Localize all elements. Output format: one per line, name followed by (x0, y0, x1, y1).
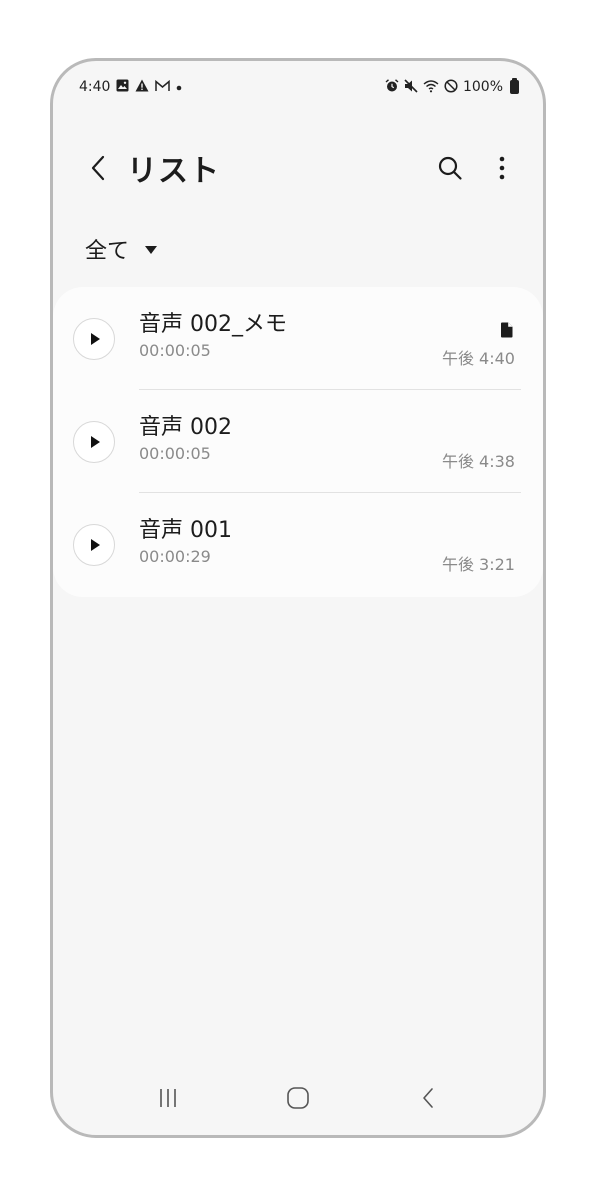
more-vertical-icon[interactable] (487, 153, 517, 183)
play-icon (91, 332, 100, 345)
recording-title: 音声 002 (139, 415, 232, 440)
recording-item[interactable]: 音声 001 00:00:29 午後 3:21 (53, 493, 543, 596)
mail-icon (155, 79, 171, 95)
recording-title: 音声 001 (139, 518, 232, 543)
image-icon (116, 79, 129, 95)
recording-time: 午後 3:21 (441, 555, 515, 574)
recent-apps-icon[interactable] (138, 1078, 198, 1118)
dot-icon (176, 81, 182, 94)
status-bar: 4:40 100% (53, 61, 543, 113)
play-button[interactable] (73, 523, 115, 566)
status-time: 4:40 (79, 79, 111, 95)
recording-time: 午後 4:40 (441, 349, 515, 368)
warning-icon (135, 79, 149, 95)
do-not-disturb-icon (444, 78, 458, 96)
recording-item[interactable]: 音声 002 00:00:05 午後 4:38 (53, 390, 543, 493)
phone-frame: 4:40 100% リスト 全て 音声 002_メモ 00:00:05 午後 4… (50, 58, 546, 1138)
navigation-bar (53, 1061, 543, 1135)
home-icon[interactable] (268, 1078, 328, 1118)
page-title: リスト (127, 154, 220, 189)
recording-title: 音声 002_メモ (139, 312, 287, 337)
battery-percent: 100% (462, 79, 503, 95)
memo-file-icon (500, 322, 513, 342)
search-icon[interactable] (435, 153, 465, 183)
recording-list: 音声 002_メモ 00:00:05 午後 4:40 音声 002 00:00:… (53, 287, 543, 597)
play-icon (91, 435, 100, 448)
filter-label: 全て (85, 239, 130, 264)
mute-icon (404, 78, 418, 96)
app-bar: リスト (53, 143, 543, 193)
wifi-icon (423, 79, 439, 96)
play-icon (91, 538, 100, 551)
play-button[interactable] (73, 420, 115, 463)
alarm-icon (385, 78, 399, 96)
battery-icon (510, 78, 519, 94)
filter-dropdown[interactable]: 全て (85, 233, 158, 265)
back-icon[interactable] (398, 1078, 458, 1118)
recording-time: 午後 4:38 (441, 452, 515, 471)
recording-item[interactable]: 音声 002_メモ 00:00:05 午後 4:40 (53, 287, 543, 390)
play-button[interactable] (73, 317, 115, 360)
caret-down-icon (145, 246, 158, 254)
chevron-left-icon[interactable] (83, 153, 113, 183)
